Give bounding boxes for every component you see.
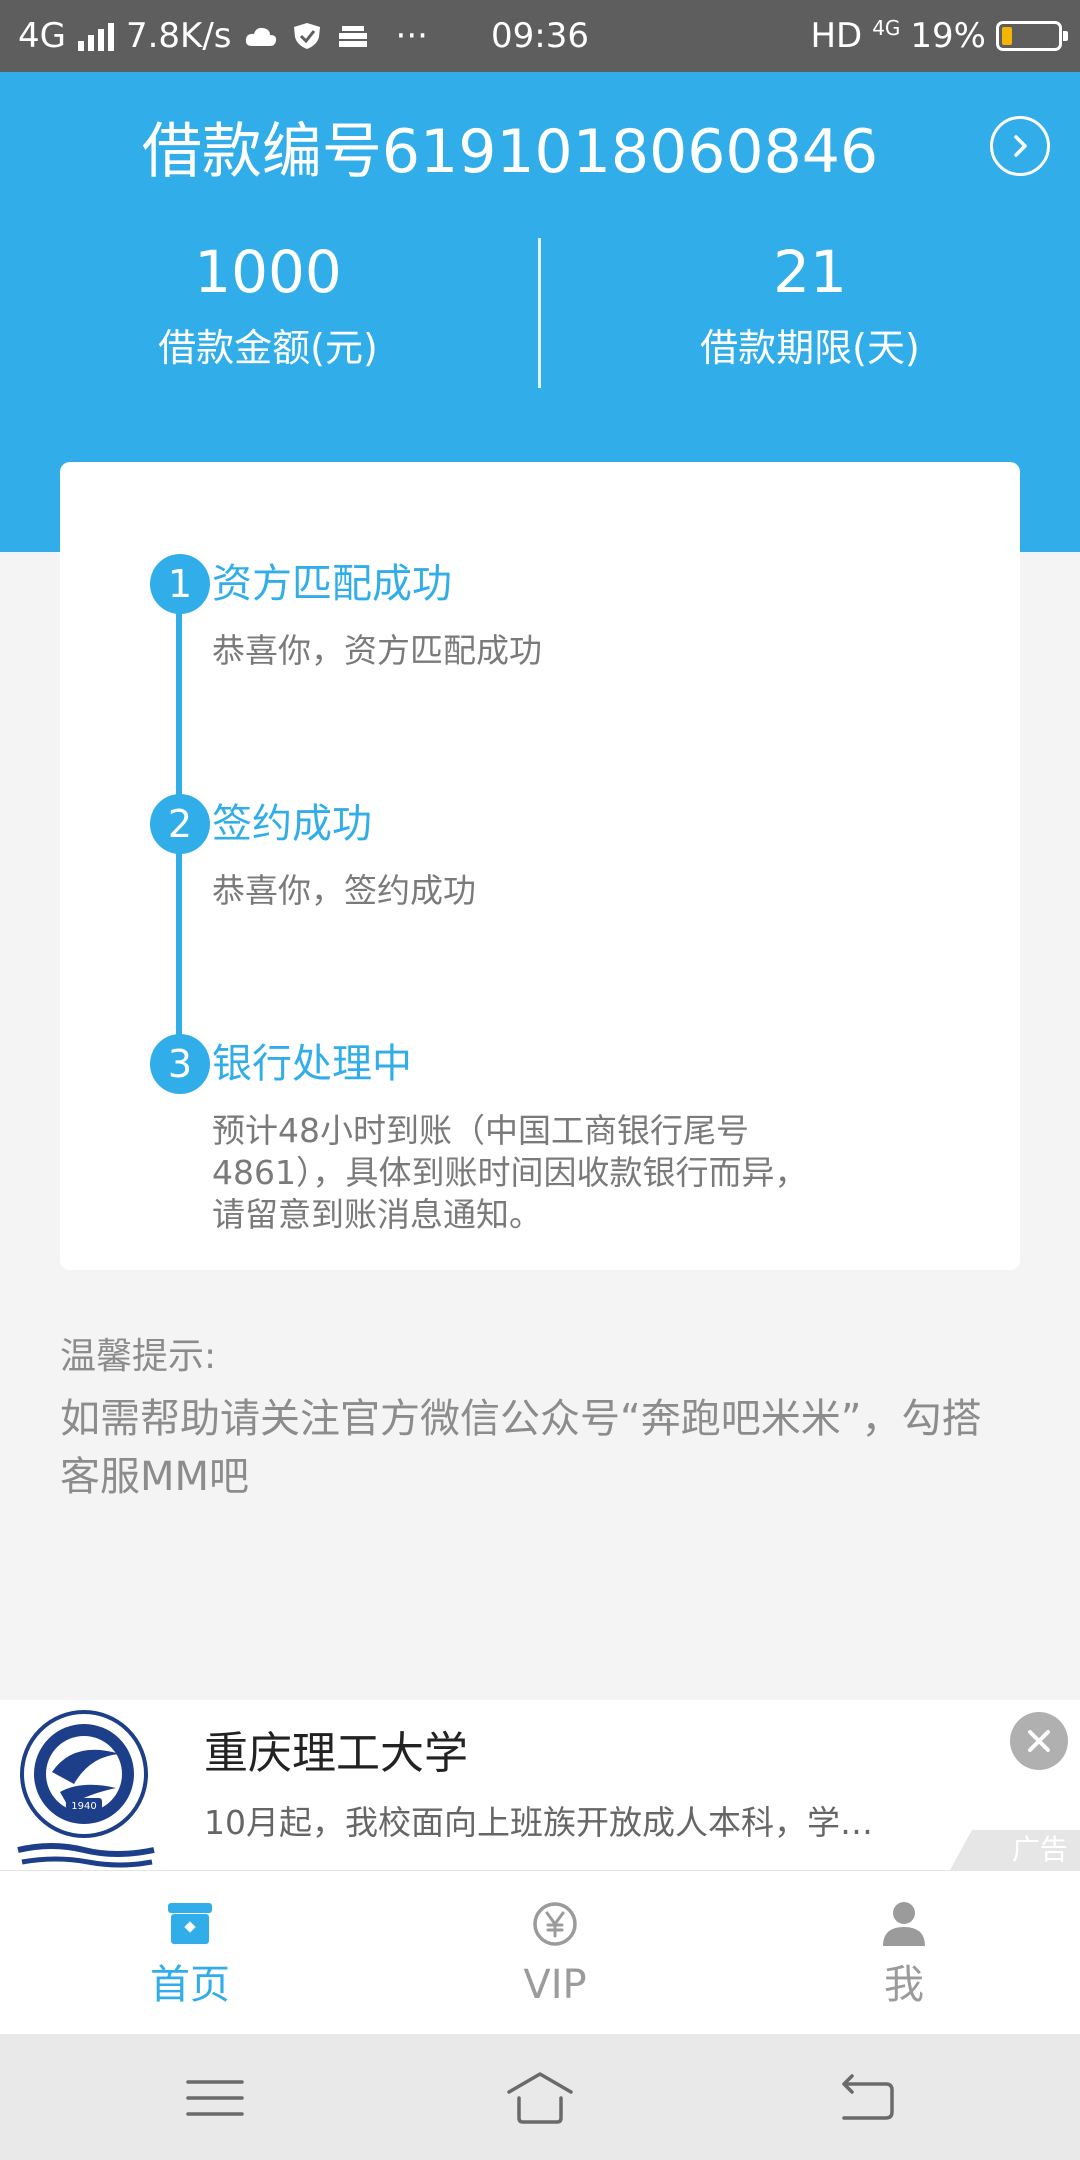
tab-label: 我 xyxy=(884,1962,924,2008)
step-description: 恭喜你，资方匹配成功 xyxy=(212,631,542,670)
menu-icon[interactable] xyxy=(180,2068,250,2128)
ad-badge: 广告 xyxy=(950,1830,1080,1870)
tips-body: 如需帮助请关注官方微信公众号“奔跑吧米米”，勾搭客服MM吧 xyxy=(60,1396,982,1500)
progress-card: 1 资方匹配成功 恭喜你，资方匹配成功 2 签约成功 恭喜你，签约成功 3 银行… xyxy=(60,462,1020,1270)
loan-detail-button[interactable] xyxy=(990,116,1050,176)
battery-icon xyxy=(996,21,1068,51)
loan-amount-label: 借款金额(元) xyxy=(158,326,378,370)
hd-label: HD xyxy=(810,16,863,56)
tab-label: 首页 xyxy=(150,1962,230,2008)
step-number: 1 xyxy=(150,554,210,614)
loan-term: 21 借款期限(天) xyxy=(540,232,1080,378)
bottom-tab-bar: 首页 VIP 我 xyxy=(0,1870,1080,2035)
step-title: 资方匹配成功 xyxy=(212,561,452,607)
ad-banner[interactable]: 1940 重庆理工大学 10月起，我校面向上班族开放成人本科，学… 广告 xyxy=(0,1700,1080,1870)
step-number: 2 xyxy=(150,794,210,854)
tab-vip[interactable]: VIP xyxy=(375,1871,735,2035)
close-icon xyxy=(1028,1730,1050,1752)
chevron-right-icon xyxy=(1014,135,1027,157)
ad-close-button[interactable] xyxy=(1010,1712,1068,1770)
svg-text:1940: 1940 xyxy=(71,1801,96,1812)
ad-description: 10月起，我校面向上班族开放成人本科，学… xyxy=(204,1803,873,1842)
step-number: 3 xyxy=(150,1034,210,1094)
loan-term-label: 借款期限(天) xyxy=(700,326,920,370)
loan-number-title: 借款编号6191018060846 xyxy=(141,117,879,187)
step-description: 恭喜你，签约成功 xyxy=(212,871,476,910)
university-logo: 1940 xyxy=(17,1710,155,1868)
step-title: 银行处理中 xyxy=(212,1041,412,1087)
battery-percent: 19% xyxy=(910,16,986,56)
network-small: 4G xyxy=(872,16,901,40)
tips-title: 温馨提示: xyxy=(60,1336,217,1377)
home-store-icon xyxy=(168,1903,212,1944)
system-nav-bar xyxy=(0,2034,1080,2160)
loan-term-value: 21 xyxy=(773,238,847,306)
status-bar: 4G 7.8K/s ··· 09:36 HD 4G 19% xyxy=(0,0,1080,72)
step-title: 签约成功 xyxy=(212,801,372,847)
tab-label: VIP xyxy=(523,1962,587,2008)
status-right: HD 4G 19% xyxy=(810,14,1068,58)
tab-home[interactable]: 首页 xyxy=(10,1871,370,2035)
home-icon[interactable] xyxy=(505,2068,575,2128)
yen-coin-icon xyxy=(533,1902,577,1946)
user-icon xyxy=(883,1902,925,1946)
loan-amount: 1000 借款金额(元) xyxy=(0,232,536,378)
step-description: 预计48小时到账（中国工商银行尾号4861），具体到账时间因收款银行而异，请留意… xyxy=(212,1111,808,1234)
ad-title: 重庆理工大学 xyxy=(204,1728,468,1779)
loan-amount-value: 1000 xyxy=(194,238,342,306)
tab-me[interactable]: 我 xyxy=(724,1871,1080,2035)
back-icon[interactable] xyxy=(830,2068,900,2128)
